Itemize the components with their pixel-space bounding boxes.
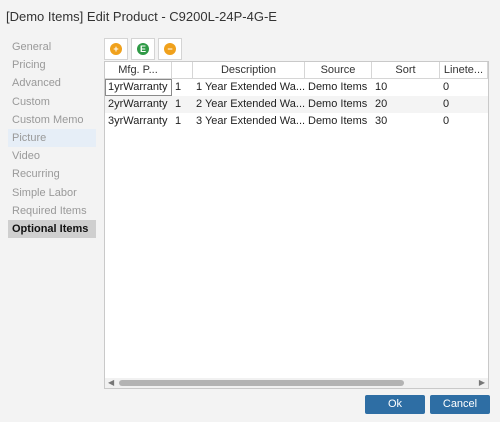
- table-cell[interactable]: 1: [172, 113, 193, 130]
- table-row[interactable]: 3yrWarranty 1 3 Year Extended Wa... Demo It…: [105, 113, 488, 130]
- nav-item-required-items[interactable]: Required Items: [8, 202, 96, 220]
- table-cell[interactable]: 0: [440, 113, 488, 130]
- cancel-button[interactable]: Cancel: [430, 395, 490, 414]
- nav-item-video[interactable]: Video: [8, 147, 96, 165]
- add-button[interactable]: +: [104, 38, 128, 60]
- ok-button[interactable]: Ok: [365, 395, 425, 414]
- nav-item-recurring[interactable]: Recurring: [8, 165, 96, 183]
- plus-icon: +: [110, 43, 122, 55]
- column-header[interactable]: Mfg. P...: [105, 62, 172, 78]
- table-cell[interactable]: Demo Items: [305, 96, 372, 113]
- optional-items-grid[interactable]: Mfg. P... Description Source Sort Linete... …: [104, 61, 489, 389]
- table-cell[interactable]: 10: [372, 79, 440, 96]
- edit-button[interactable]: E: [131, 38, 155, 60]
- nav-item-optional-items[interactable]: Optional Items: [8, 219, 96, 239]
- table-cell[interactable]: 1: [172, 96, 193, 113]
- grid-body: 1yrWarranty 1 1 Year Extended Wa... Demo It…: [105, 79, 488, 130]
- table-cell[interactable]: 0: [440, 79, 488, 96]
- nav-item-picture[interactable]: Picture: [8, 128, 96, 148]
- scroll-right-icon[interactable]: ▶: [479, 379, 485, 387]
- column-header[interactable]: [172, 62, 193, 78]
- nav-item-pricing[interactable]: Pricing: [8, 56, 96, 74]
- table-cell[interactable]: 2yrWarranty: [105, 96, 172, 113]
- nav-item-custom-memo[interactable]: Custom Memo: [8, 111, 96, 129]
- column-header[interactable]: Linete...: [440, 62, 488, 78]
- column-header[interactable]: Description: [193, 62, 305, 78]
- table-cell[interactable]: 30: [372, 113, 440, 130]
- horizontal-scrollbar[interactable]: ◀ ▶: [105, 378, 488, 388]
- grid-header: Mfg. P... Description Source Sort Linete...: [105, 62, 488, 79]
- nav-item-general[interactable]: General: [8, 38, 96, 56]
- window-title: [Demo Items] Edit Product - C9200L-24P-4…: [6, 9, 277, 24]
- column-header[interactable]: Sort: [372, 62, 440, 78]
- scroll-left-icon[interactable]: ◀: [108, 379, 114, 387]
- table-cell[interactable]: 1 Year Extended Wa...: [193, 79, 305, 96]
- column-header[interactable]: Source: [305, 62, 372, 78]
- table-cell[interactable]: 3yrWarranty: [105, 113, 172, 130]
- table-cell[interactable]: Demo Items: [305, 113, 372, 130]
- minus-icon: −: [164, 43, 176, 55]
- scrollbar-thumb[interactable]: [119, 380, 404, 386]
- nav-item-custom[interactable]: Custom: [8, 93, 96, 111]
- table-cell[interactable]: 0: [440, 96, 488, 113]
- nav-item-advanced[interactable]: Advanced: [8, 74, 96, 92]
- grid-toolbar: + E −: [104, 38, 182, 60]
- table-row[interactable]: 1yrWarranty 1 1 Year Extended Wa... Demo It…: [105, 79, 488, 96]
- table-cell[interactable]: 1yrWarranty: [105, 79, 172, 96]
- table-row[interactable]: 2yrWarranty 1 2 Year Extended Wa... Demo It…: [105, 96, 488, 113]
- remove-button[interactable]: −: [158, 38, 182, 60]
- side-nav: General Pricing Advanced Custom Custom Memo P…: [8, 38, 96, 239]
- table-cell[interactable]: 2 Year Extended Wa...: [193, 96, 305, 113]
- edit-icon: E: [137, 43, 149, 55]
- table-cell[interactable]: Demo Items: [305, 79, 372, 96]
- nav-item-simple-labor[interactable]: Simple Labor: [8, 184, 96, 202]
- table-cell[interactable]: 20: [372, 96, 440, 113]
- table-cell[interactable]: 1: [172, 79, 193, 96]
- table-cell[interactable]: 3 Year Extended Wa...: [193, 113, 305, 130]
